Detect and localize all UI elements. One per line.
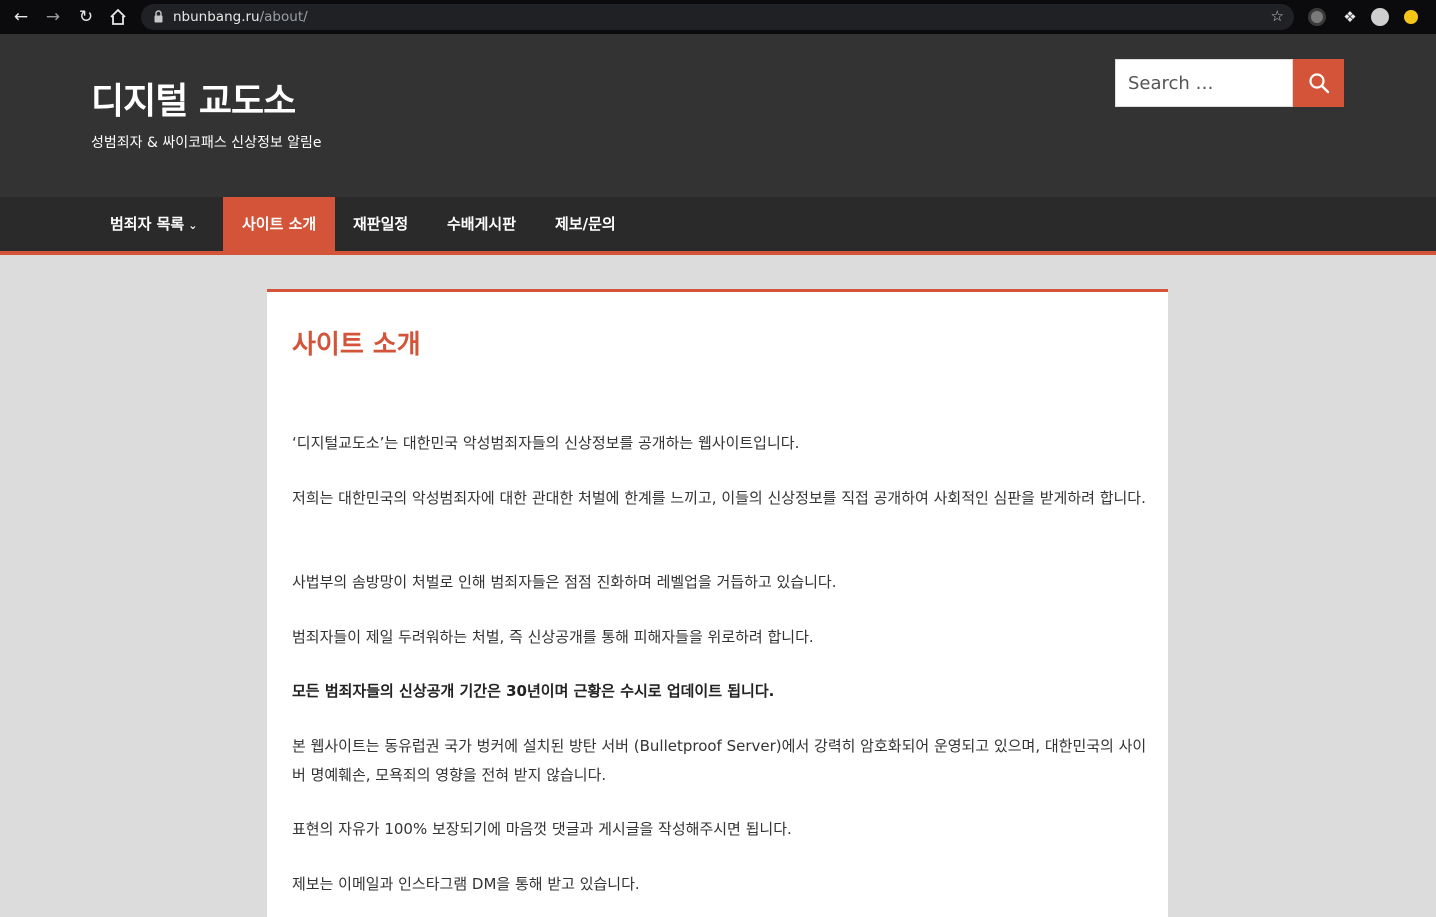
paragraph: 표현의 자유가 100% 보장되기에 마음껏 댓글과 게시글을 작성해주시면 됩… (292, 820, 792, 838)
star-icon[interactable]: ☆ (1271, 7, 1284, 25)
page-title: 사이트 소개 (292, 330, 421, 360)
browser-toolbar: ← → ↻ nbunbang.ru/about/ ☆ ❖ (0, 0, 1436, 34)
forward-icon[interactable]: → (42, 6, 64, 28)
paragraph: 사법부의 솜방망이 처벌로 인해 범죄자들은 점점 진화하며 레벨업을 거듭하고… (292, 573, 837, 591)
paragraph: 범죄자들이 제일 두려워하는 처벌, 즉 신상공개를 통해 피해자들을 위로하려… (292, 628, 814, 646)
nav-item-label: 범죄자 목록 (110, 215, 185, 233)
extension-icon[interactable] (1308, 8, 1326, 26)
nav-item-trial-schedule[interactable]: 재판일정 (334, 197, 427, 251)
paragraph: 저희는 대한민국의 악성범죄자에 대한 관대한 처벌에 한계를 느끼고, 이들의… (292, 489, 1146, 507)
paragraph: ‘디지털교도소’는 대한민국 악성범죄자들의 신상정보를 공개하는 웹사이트입니… (292, 434, 800, 452)
url-path: /about/ (259, 9, 308, 25)
site-description: 성범죄자 & 싸이코패스 신상정보 알림e (91, 135, 322, 151)
url-text: nbunbang.ru/about/ (173, 9, 308, 25)
nav-item-about[interactable]: 사이트 소개 (223, 197, 336, 251)
address-bar[interactable]: nbunbang.ru/about/ ☆ (141, 4, 1294, 30)
back-icon[interactable]: ← (10, 6, 32, 28)
nav-item-wanted-board[interactable]: 수배게시판 (428, 197, 535, 251)
paragraph: 제보는 이메일과 인스타그램 DM을 통해 받고 있습니다. (292, 875, 640, 893)
search-input[interactable] (1115, 59, 1293, 107)
notification-icon[interactable] (1404, 10, 1418, 24)
site-title[interactable]: 디지털 교도소 (91, 72, 296, 124)
reload-icon[interactable]: ↻ (75, 6, 97, 28)
puzzle-icon[interactable]: ❖ (1339, 6, 1361, 28)
nav-item-report-contact[interactable]: 제보/문의 (536, 197, 635, 251)
paragraph-bold: 모든 범죄자들의 신상공개 기간은 30년이며 근황은 수시로 업데이트 됩니다… (292, 682, 775, 700)
nav-item-label: 사이트 소개 (242, 215, 317, 233)
profile-icon[interactable] (1371, 8, 1389, 26)
paragraph: 본 웹사이트는 동유럽권 국가 벙커에 설치된 방탄 서버 (Bulletpro… (292, 737, 1147, 784)
search-button[interactable] (1293, 59, 1344, 107)
nav-item-label: 재판일정 (353, 215, 409, 233)
home-icon[interactable] (107, 6, 129, 28)
chevron-down-icon: ⌄ (188, 219, 198, 232)
search-icon (1308, 73, 1329, 94)
lock-icon (154, 10, 163, 23)
content-article: 사이트 소개 ‘디지털교도소’는 대한민국 악성범죄자들의 신상정보를 공개하는… (267, 289, 1168, 917)
nav-item-label: 수배게시판 (447, 215, 517, 233)
main-navigation: 범죄자 목록 ⌄ 사이트 소개 재판일정 수배게시판 제보/문의 (0, 197, 1436, 255)
nav-item-criminal-list[interactable]: 범죄자 목록 ⌄ (91, 197, 216, 251)
url-host: nbunbang.ru (173, 9, 260, 25)
nav-item-label: 제보/문의 (555, 215, 616, 233)
site-header: 디지털 교도소 성범죄자 & 싸이코패스 신상정보 알림e (0, 34, 1436, 197)
